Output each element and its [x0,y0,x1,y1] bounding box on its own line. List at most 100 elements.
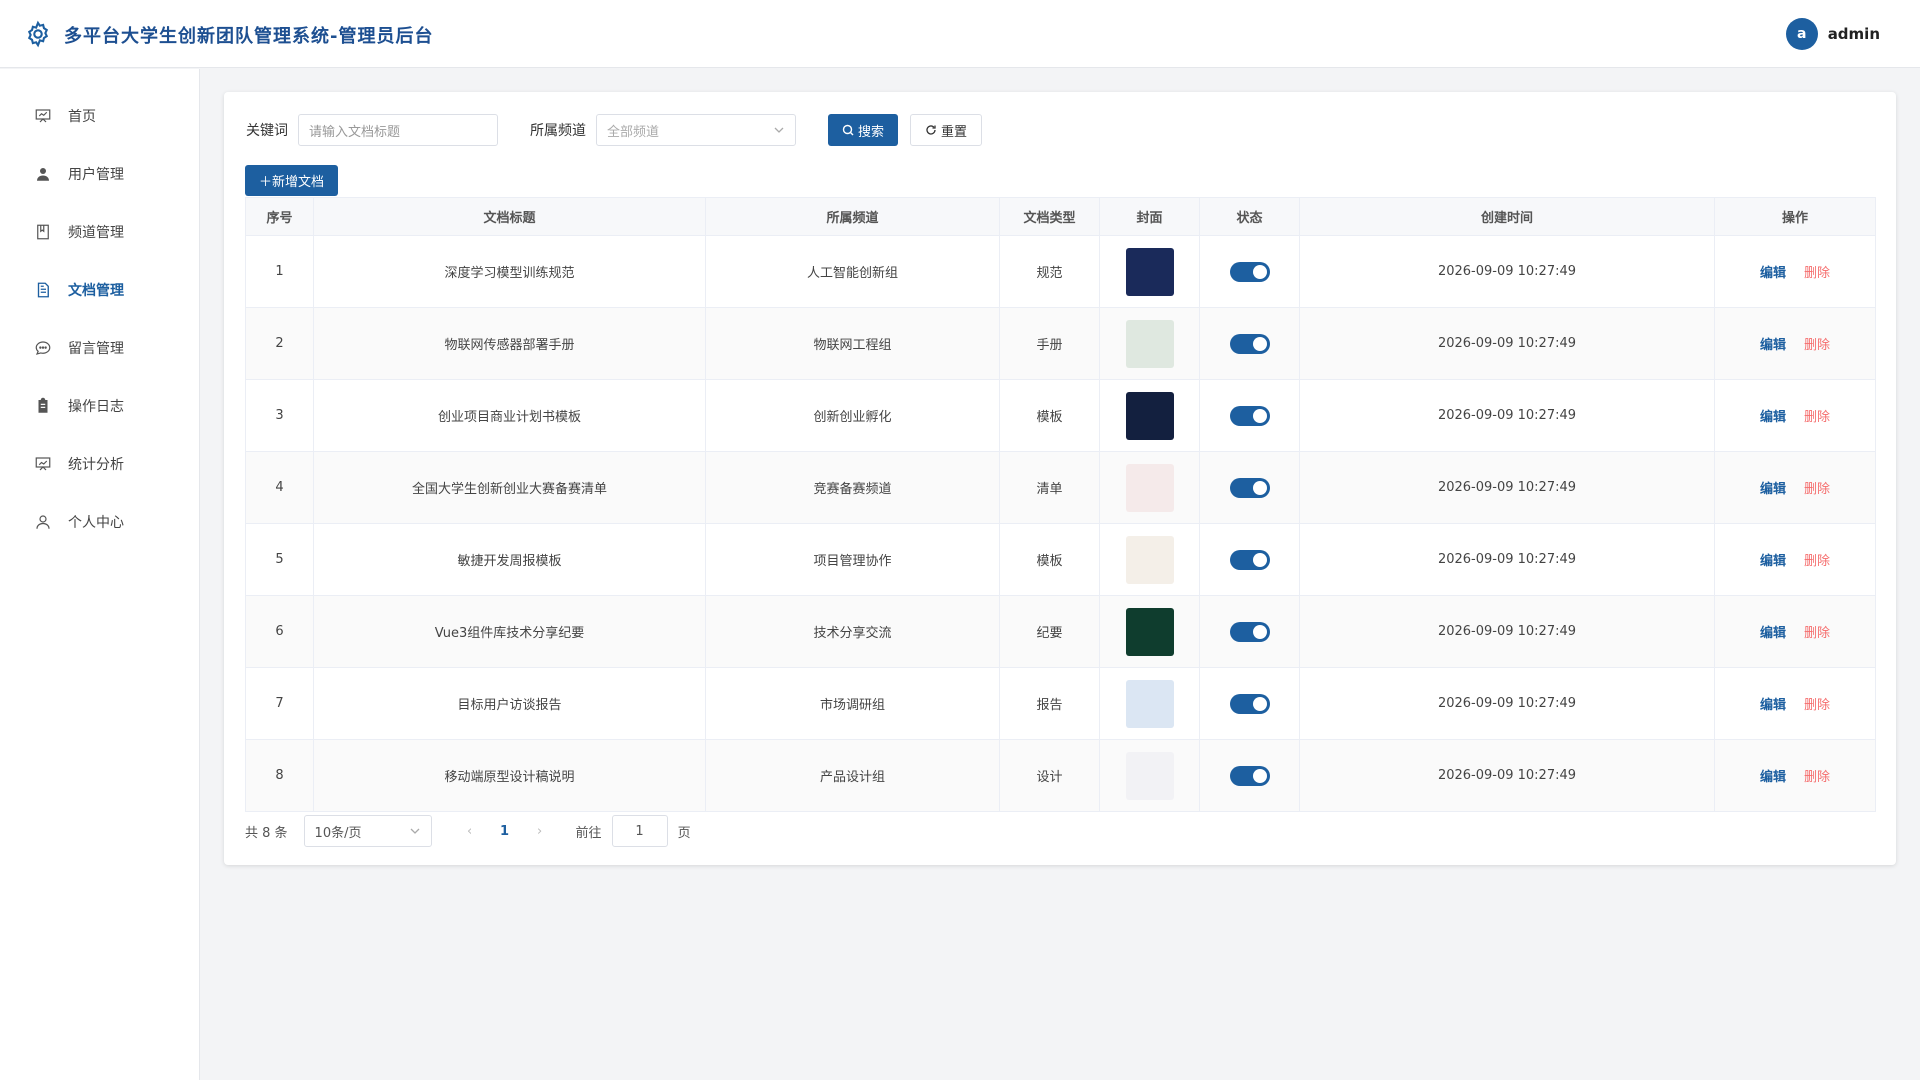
document-title: 目标用户访谈报告 [313,667,706,740]
sidebar-item-users[interactable]: 用户管理 [0,145,199,203]
search-button[interactable]: 搜索 [828,114,899,146]
column-header[interactable]: 操作 [1714,197,1876,236]
avatar[interactable]: a [1785,18,1818,50]
edit-button[interactable]: 编辑 [1760,338,1786,353]
column-header[interactable]: 状态 [1199,197,1300,236]
actions-cell: 编辑 删除 [1714,523,1876,596]
sidebar-item-messages[interactable]: 留言管理 [0,319,199,377]
status-toggle[interactable] [1229,477,1270,498]
prev-page-button[interactable]: ‹ [460,824,480,839]
status-toggle[interactable] [1229,333,1270,354]
delete-button[interactable]: 删除 [1804,410,1830,425]
cover-thumbnail[interactable] [1125,319,1174,368]
cover-thumbnail[interactable] [1125,535,1174,584]
column-header[interactable]: 封面 [1099,197,1200,236]
page-size-select[interactable]: 10条/页 [303,815,432,847]
next-page-button[interactable]: › [530,824,550,839]
document-type: 清单 [999,451,1100,524]
status-toggle[interactable] [1229,405,1270,426]
delete-button[interactable]: 删除 [1804,338,1830,353]
column-header[interactable]: 所属频道 [705,197,1000,236]
document-type: 规范 [999,235,1100,308]
actions-cell: 编辑 删除 [1714,379,1876,452]
status-toggle[interactable] [1229,621,1270,642]
status-toggle[interactable] [1229,765,1270,786]
reset-button-label: 重置 [941,124,968,140]
search-icon [842,124,854,136]
cover-thumbnail[interactable] [1125,463,1174,512]
document-channel: 产品设计组 [705,739,1000,812]
document-type: 模板 [999,379,1100,452]
sidebar: 首页 用户管理 频道管理 文档管理 留言管理 操作日志 统计分析 个人中心 [0,69,200,1080]
top-header: 多平台大学生创新团队管理系统-管理员后台 a admin [0,0,1920,68]
document-channel: 创新创业孵化 [705,379,1000,452]
table-row: 6 Vue3组件库技术分享纪要 技术分享交流 纪要 2026-09-09 10:27:4… [245,595,1876,668]
user-icon [34,165,52,183]
actions-cell: 编辑 删除 [1714,595,1876,668]
created-time: 2026-09-09 10:27:49 [1299,739,1715,812]
column-header[interactable]: 文档类型 [999,197,1100,236]
clipboard-icon [34,397,52,415]
page-number[interactable]: 1 [490,824,520,839]
delete-button[interactable]: 删除 [1804,554,1830,569]
edit-button[interactable]: 编辑 [1760,482,1786,497]
sidebar-item-documents[interactable]: 文档管理 [0,261,199,319]
goto-page-input[interactable]: 1 [611,815,668,847]
cover-thumbnail[interactable] [1125,247,1174,296]
search-button-label: 搜索 [858,124,885,140]
presentation-icon [34,107,52,125]
status-toggle[interactable] [1229,549,1270,570]
sidebar-item-channels[interactable]: 频道管理 [0,203,199,261]
person-icon [34,513,52,531]
page-size-value: 10条/页 [314,825,362,841]
edit-button[interactable]: 编辑 [1760,770,1786,785]
row-index: 8 [245,739,314,812]
document-title: 物联网传感器部署手册 [313,307,706,380]
status-toggle[interactable] [1229,693,1270,714]
channel-select[interactable]: 全部频道 [596,114,796,146]
document-type: 手册 [999,307,1100,380]
edit-button[interactable]: 编辑 [1760,266,1786,281]
edit-button[interactable]: 编辑 [1760,626,1786,641]
username[interactable]: admin [1828,25,1880,43]
document-title: 全国大学生创新创业大赛备赛清单 [313,451,706,524]
reset-button[interactable]: 重置 [910,114,983,146]
table-row: 2 物联网传感器部署手册 物联网工程组 手册 2026-09-09 10:27:49 编辑… [245,307,1876,380]
cover-thumbnail[interactable] [1125,391,1174,440]
table-row: 5 敏捷开发周报模板 项目管理协作 模板 2026-09-09 10:27:49 编辑 删除 [245,523,1876,596]
row-index: 5 [245,523,314,596]
cover-thumbnail[interactable] [1125,607,1174,656]
delete-button[interactable]: 删除 [1804,482,1830,497]
sidebar-item-stats[interactable]: 统计分析 [0,435,199,493]
sidebar-item-profile[interactable]: 个人中心 [0,493,199,551]
document-channel: 物联网工程组 [705,307,1000,380]
keyword-search-input[interactable]: 请输入文档标题 [298,114,498,146]
delete-button[interactable]: 删除 [1804,770,1830,785]
column-header[interactable]: 文档标题 [313,197,706,236]
notebook-icon [34,223,52,241]
cover-thumbnail[interactable] [1125,679,1174,728]
delete-button[interactable]: 删除 [1804,698,1830,713]
row-index: 1 [245,235,314,308]
status-toggle[interactable] [1229,261,1270,282]
goto-label: 前往 [575,825,602,841]
add-document-button[interactable]: ＋新增文档 [245,165,339,196]
user-menu[interactable]: a admin [1785,18,1880,50]
edit-button[interactable]: 编辑 [1760,410,1786,425]
created-time: 2026-09-09 10:27:49 [1299,307,1715,380]
edit-button[interactable]: 编辑 [1760,554,1786,569]
cover-thumbnail[interactable] [1125,751,1174,800]
delete-button[interactable]: 删除 [1804,266,1830,281]
delete-button[interactable]: 删除 [1804,626,1830,641]
sidebar-item-logs[interactable]: 操作日志 [0,377,199,435]
column-header[interactable]: 序号 [245,197,314,236]
edit-button[interactable]: 编辑 [1760,698,1786,713]
status-cell [1199,595,1300,668]
sidebar-item-home[interactable]: 首页 [0,87,199,145]
chat-icon [34,339,52,357]
document-channel: 技术分享交流 [705,595,1000,668]
created-time: 2026-09-09 10:27:49 [1299,667,1715,740]
column-header[interactable]: 创建时间 [1299,197,1715,236]
document-title: 深度学习模型训练规范 [313,235,706,308]
cover-cell [1099,451,1200,524]
